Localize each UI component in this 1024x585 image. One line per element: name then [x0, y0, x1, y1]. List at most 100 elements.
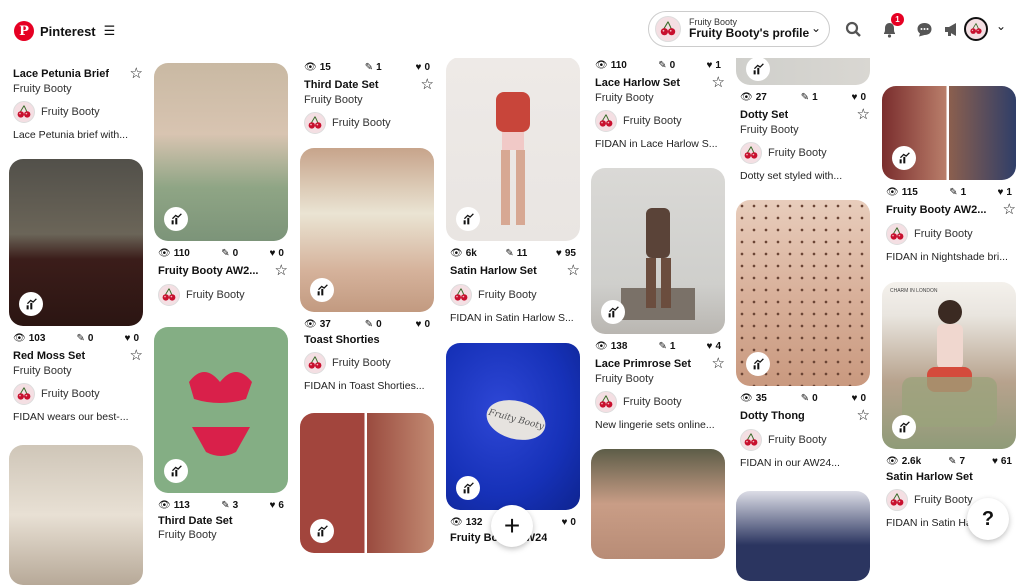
heart-icon: ♥ 0 — [561, 517, 576, 528]
chevron-down-icon[interactable]: ⌄ — [996, 19, 1006, 33]
pin-image[interactable] — [446, 57, 580, 241]
star-icon[interactable]: ☆ — [712, 75, 725, 90]
cherry-icon — [886, 489, 908, 511]
star-icon[interactable]: ☆ — [567, 263, 580, 278]
reactions-count: 0 — [278, 248, 284, 259]
heart-icon: ♥ 0 — [415, 319, 431, 330]
pin-owner[interactable]: Fruity Booty — [300, 352, 434, 374]
pin-image[interactable] — [9, 159, 143, 326]
menu-icon[interactable]: ☰ — [104, 23, 116, 39]
pin-image[interactable] — [591, 449, 725, 559]
pin-owner[interactable]: Fruity Booty — [736, 429, 870, 451]
user-avatar[interactable] — [964, 17, 988, 41]
megaphone-icon[interactable] — [941, 18, 963, 40]
pin-image[interactable] — [154, 63, 288, 241]
pinterest-logo[interactable]: P Pinterest ☰ — [14, 21, 115, 41]
pin-title[interactable]: Red Moss Set — [13, 350, 85, 362]
star-icon[interactable]: ☆ — [857, 107, 870, 122]
pin-image[interactable] — [736, 200, 870, 386]
pin-icon: ✎ 1 — [800, 92, 818, 103]
pin-image[interactable] — [736, 57, 870, 85]
pin-owner[interactable]: Fruity Booty — [154, 284, 288, 306]
chat-icon[interactable] — [913, 18, 935, 40]
pin-title[interactable]: Lace Primrose Set — [595, 358, 691, 370]
stats-icon[interactable] — [892, 146, 916, 170]
pin-title[interactable]: Third Date Set — [158, 515, 233, 527]
pin-image[interactable] — [154, 327, 288, 493]
eye-icon: 👁 132 — [450, 517, 483, 528]
stats-icon[interactable] — [310, 519, 334, 543]
pin-image[interactable] — [736, 491, 870, 581]
pin-owner[interactable]: Fruity Booty — [446, 284, 580, 306]
pin-title[interactable]: Fruity Booty AW2... — [158, 265, 258, 277]
views-count: 132 — [465, 517, 483, 528]
notification-badge: 1 — [891, 13, 904, 26]
stats-icon[interactable] — [456, 476, 480, 500]
pin-title[interactable]: Lace Harlow Set — [595, 77, 680, 89]
eye-icon: 👁 110 — [158, 248, 190, 259]
stats-icon[interactable] — [456, 207, 480, 231]
search-icon[interactable] — [842, 18, 864, 40]
pin-title[interactable]: Satin Harlow Set — [450, 265, 537, 277]
eye-icon: 👁 6k — [450, 248, 477, 259]
owner-name: Fruity Booty — [768, 147, 827, 159]
star-icon[interactable]: ☆ — [712, 356, 725, 371]
pin-image[interactable] — [300, 148, 434, 312]
owner-name: Fruity Booty — [332, 117, 391, 129]
views-count: 110 — [610, 60, 627, 71]
star-icon[interactable]: ☆ — [130, 66, 143, 81]
views-count: 103 — [28, 333, 46, 344]
pin-owner[interactable]: Fruity Booty — [736, 142, 870, 164]
pin-image[interactable] — [300, 413, 434, 553]
views-count: 110 — [173, 248, 190, 259]
pin-title[interactable]: Third Date Set — [304, 79, 379, 91]
owner-name: Fruity Booty — [41, 388, 100, 400]
pin-image[interactable]: Fruity Booty — [446, 343, 580, 510]
reactions-count: 95 — [564, 248, 576, 259]
stats-icon[interactable] — [746, 57, 770, 81]
pin-stats: 👁 115 ✎ 1 ♥ 1 — [882, 187, 1016, 198]
pin-stats: 👁 35 ✎ 0 ♥ 0 — [736, 393, 870, 404]
bell-icon[interactable]: 1 — [878, 13, 904, 40]
profile-switcher[interactable]: Fruity Booty Fruity Booty's profile ⌄ — [648, 11, 830, 47]
pin-owner[interactable]: Fruity Booty — [9, 383, 143, 405]
stats-icon[interactable] — [164, 459, 188, 483]
pin-image[interactable]: CHARM IN LONDON — [882, 282, 1016, 449]
star-icon[interactable]: ☆ — [130, 348, 143, 363]
stats-icon[interactable] — [746, 352, 770, 376]
pin-icon: ✎ 1 — [658, 341, 676, 352]
views-count: 113 — [173, 500, 190, 511]
pin-owner[interactable]: Fruity Booty — [591, 110, 725, 132]
pin-title[interactable]: Dotty Thong — [740, 410, 805, 422]
cherry-icon — [158, 284, 180, 306]
star-icon[interactable]: ☆ — [275, 263, 288, 278]
heart-icon: ♥ 0 — [269, 248, 284, 259]
stats-icon[interactable] — [19, 292, 43, 316]
pin-description: Dotty set styled with... — [740, 170, 843, 182]
pin-owner[interactable]: Fruity Booty — [882, 223, 1016, 245]
help-icon: ? — [981, 507, 995, 530]
pin-image[interactable] — [9, 445, 143, 585]
pin-image[interactable] — [882, 86, 1016, 180]
pin-title[interactable]: Lace Petunia Brief — [13, 68, 109, 80]
views-count: 27 — [755, 92, 767, 103]
pin-image[interactable] — [591, 168, 725, 334]
pin-title[interactable]: Satin Harlow Set — [886, 471, 973, 483]
help-button[interactable]: ? — [967, 498, 1009, 540]
create-pin-button[interactable]: + — [491, 505, 533, 547]
pin-title[interactable]: Toast Shorties — [304, 334, 380, 346]
stats-icon[interactable] — [892, 415, 916, 439]
reactions-count: 0 — [860, 92, 866, 103]
star-icon[interactable]: ☆ — [1003, 202, 1016, 217]
stats-icon[interactable] — [601, 300, 625, 324]
stats-icon[interactable] — [164, 207, 188, 231]
pin-title[interactable]: Fruity Booty AW2... — [886, 204, 986, 216]
views-count: 138 — [610, 341, 628, 352]
stats-icon[interactable] — [310, 278, 334, 302]
pin-owner[interactable]: Fruity Booty — [300, 112, 434, 134]
star-icon[interactable]: ☆ — [421, 77, 434, 92]
pin-owner[interactable]: Fruity Booty — [591, 391, 725, 413]
pin-title[interactable]: Dotty Set — [740, 109, 788, 121]
pin-owner[interactable]: Fruity Booty — [9, 101, 143, 123]
star-icon[interactable]: ☆ — [857, 408, 870, 423]
